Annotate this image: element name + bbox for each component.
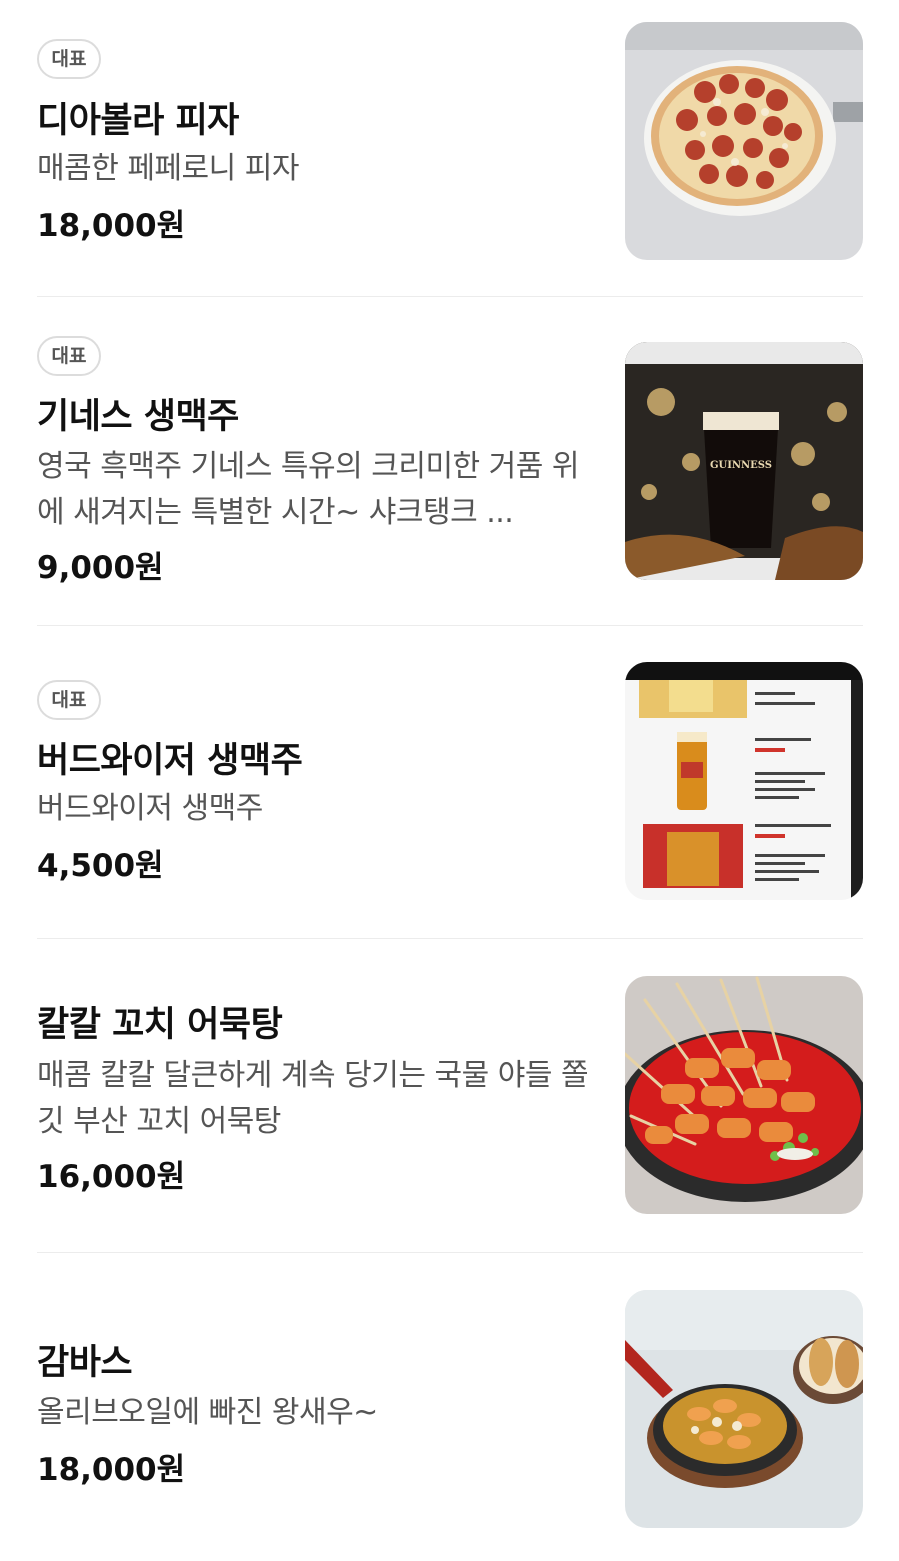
menu-item-price: 18,000원 [37,208,186,244]
menu-item-budweiser[interactable]: 대표 버드와이저 생맥주 버드와이저 생맥주 4,500원 [37,662,863,902]
signature-badge: 대표 [37,680,101,720]
menu-item-name: 칼칼 꼬치 어묵탕 [37,1005,283,1045]
menu-item-description: 매콤 칼칼 달큰하게 계속 당기는 국물 야들 쫄깃 부산 꼬치 어묵탕 [37,1058,589,1139]
menu-item-name: 버드와이저 생맥주 [37,741,303,781]
fishcake-skewer-stew-photo [625,976,863,1214]
menu-item-description: 버드와이저 생맥주 [37,791,263,826]
item-divider [37,1252,863,1253]
menu-item-diavola-pizza[interactable]: 대표 디아볼라 피자 매콤한 페페로니 피자 18,000원 [37,22,863,262]
menu-item-fishcake-soup[interactable]: 칼칼 꼬치 어묵탕 매콤 칼칼 달큰하게 계속 당기는 국물 야들 쫄깃 부산 … [37,976,863,1216]
menu-item-description: 매콤한 페페로니 피자 [37,151,299,186]
menu-item-name: 디아볼라 피자 [37,101,239,141]
menu-item-price: 4,500원 [37,848,164,884]
item-divider [37,938,863,939]
item-divider [37,625,863,626]
menu-item-guinness[interactable]: 대표 기네스 생맥주 영국 흑맥주 기네스 특유의 크리미한 거품 위에 새겨지… [37,336,863,586]
signature-badge: 대표 [37,336,101,376]
signature-badge: 대표 [37,39,101,79]
menu-list: 대표 디아볼라 피자 매콤한 페페로니 피자 18,000원 대표 기네스 생맥… [0,0,899,1561]
menu-item-description: 올리브오일에 빠진 왕새우~ [37,1395,378,1430]
menu-item-price: 18,000원 [37,1452,186,1488]
menu-item-description: 영국 흑맥주 기네스 특유의 크리미한 거품 위에 새겨지는 특별한 시간~ 샤… [37,449,580,530]
menu-item-price: 9,000원 [37,550,164,586]
guinness-label-text: GUINNESS [710,460,772,471]
menu-item-name: 감바스 [37,1343,133,1383]
pepperoni-pizza-photo [625,22,863,260]
budweiser-menu-photo [625,662,863,900]
gambas-shrimp-photo [625,1290,863,1528]
menu-item-gambas[interactable]: 감바스 올리브오일에 빠진 왕새우~ 18,000원 [37,1290,863,1530]
menu-item-name: 기네스 생맥주 [37,397,239,437]
item-divider [37,296,863,297]
menu-item-price: 16,000원 [37,1159,186,1195]
guinness-beer-photo: GUINNESS [625,342,863,580]
